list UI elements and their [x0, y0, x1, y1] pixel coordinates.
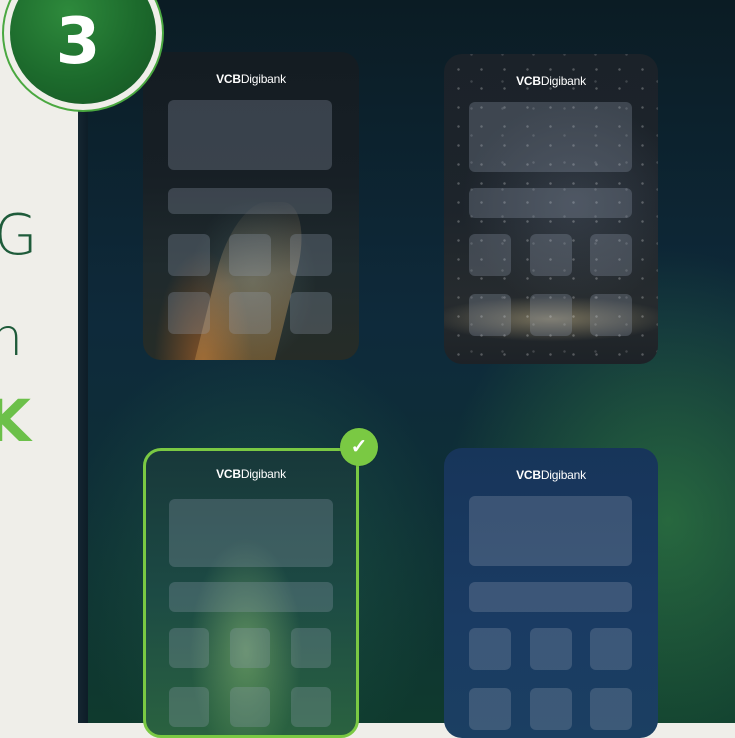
theme-card-blue[interactable]: VCBDigibank — [444, 448, 658, 738]
brand-regular: Digibank — [240, 72, 286, 86]
card-brand-title: VCBDigibank — [146, 467, 356, 481]
placeholder-tile — [469, 628, 511, 670]
placeholder-bar — [168, 188, 332, 214]
placeholder-tile — [169, 628, 209, 668]
brand-regular: Digibank — [540, 74, 586, 88]
brand-regular: Digibank — [240, 467, 286, 481]
placeholder-tile — [590, 294, 632, 336]
placeholder-tile — [290, 234, 332, 276]
placeholder-banner — [168, 100, 332, 170]
brand-regular: Digibank — [540, 468, 586, 482]
placeholder-tile — [530, 628, 572, 670]
theme-card-night-road[interactable]: VCBDigibank — [143, 52, 359, 360]
placeholder-tile — [530, 294, 572, 336]
theme-card-starry-sky[interactable]: VCBDigibank — [444, 54, 658, 364]
placeholder-tile — [469, 234, 511, 276]
placeholder-tile — [530, 688, 572, 730]
cropped-headline-char-2: n — [0, 308, 23, 368]
cropped-headline-char-3: K — [0, 387, 31, 455]
placeholder-banner — [469, 102, 632, 172]
placeholder-tile — [229, 292, 271, 334]
placeholder-banner — [469, 496, 632, 566]
placeholder-tile — [168, 292, 210, 334]
brand-bold: VCB — [216, 467, 241, 481]
placeholder-tile — [590, 234, 632, 276]
step-number: 3 — [55, 5, 101, 79]
placeholder-tile — [229, 234, 271, 276]
placeholder-tile — [590, 628, 632, 670]
placeholder-tile — [230, 687, 270, 727]
placeholder-tile — [291, 687, 331, 727]
brand-bold: VCB — [216, 72, 241, 86]
placeholder-bar — [469, 582, 632, 612]
placeholder-tile — [290, 292, 332, 334]
placeholder-tile — [168, 234, 210, 276]
road-light-trail — [191, 202, 315, 360]
cropped-headline-char-1: G — [0, 203, 38, 268]
placeholder-bar — [169, 582, 333, 612]
placeholder-tile — [169, 687, 209, 727]
placeholder-tile — [530, 234, 572, 276]
placeholder-tile — [469, 294, 511, 336]
card-brand-title: VCBDigibank — [444, 74, 658, 88]
placeholder-tile — [469, 688, 511, 730]
placeholder-tile — [230, 628, 270, 668]
card-brand-title: VCBDigibank — [143, 72, 359, 86]
placeholder-tile — [590, 688, 632, 730]
placeholder-banner — [169, 499, 333, 567]
theme-card-green-selected[interactable]: VCBDigibank — [143, 448, 359, 738]
placeholder-tile — [291, 628, 331, 668]
placeholder-bar — [469, 188, 632, 218]
check-icon: ✓ — [340, 428, 378, 466]
brand-bold: VCB — [516, 74, 541, 88]
card-brand-title: VCBDigibank — [444, 468, 658, 482]
brand-bold: VCB — [516, 468, 541, 482]
